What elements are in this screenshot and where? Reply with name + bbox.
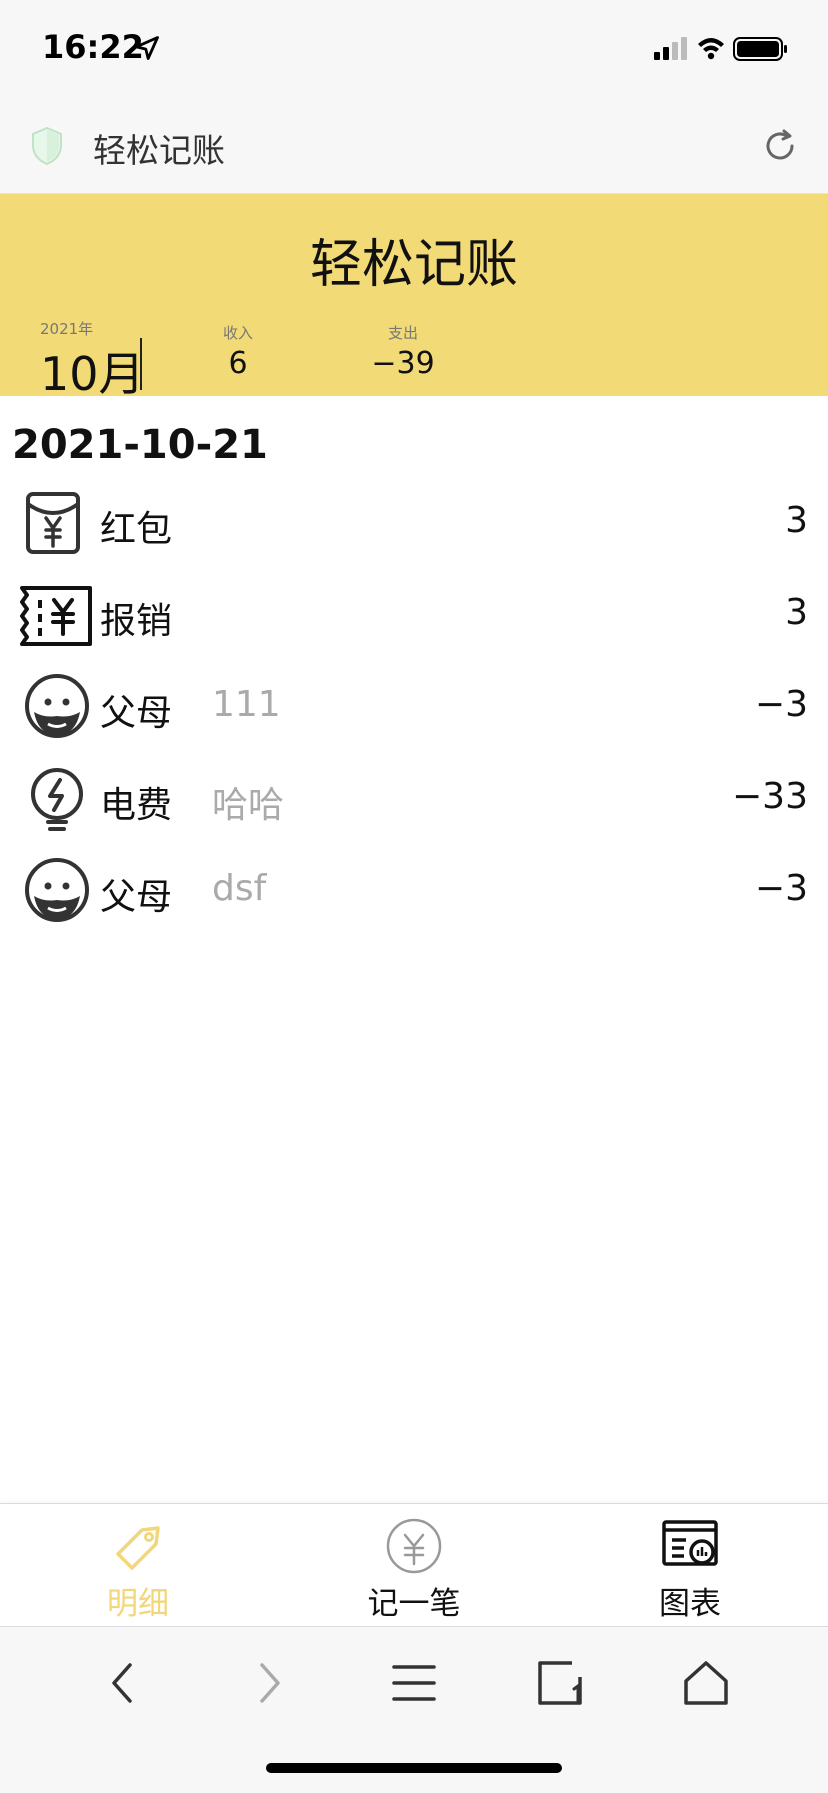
entry-amount: −3 xyxy=(754,868,808,909)
tab-label: 记一笔 xyxy=(367,1586,461,1622)
status-icons xyxy=(654,37,787,61)
tabs-icon[interactable] xyxy=(532,1655,588,1711)
battery-icon xyxy=(733,37,787,61)
entry-note: dsf xyxy=(212,868,267,909)
month-selector[interactable]: 10月 xyxy=(40,338,145,404)
parents-icon xyxy=(25,858,89,922)
status-time: 16:22 xyxy=(42,28,144,66)
month-divider xyxy=(140,338,142,390)
day-date-heading: 2021-10-21 xyxy=(12,422,268,468)
entry-note: 哈哈 xyxy=(212,785,285,826)
tab-label: 明细 xyxy=(107,1586,169,1622)
summary-header: 轻松记账 2021年 10月 收入 6 支出 −39 xyxy=(0,194,828,401)
app-tab-bar: 明细 记一笔 图表 xyxy=(0,1503,828,1626)
reimburse-ticket-icon xyxy=(20,586,92,646)
electricity-bulb-icon xyxy=(31,768,83,831)
tab-add-record[interactable]: 记一笔 xyxy=(276,1504,552,1626)
tag-icon xyxy=(116,1526,160,1570)
app-title: 轻松记账 xyxy=(309,235,518,295)
list-item[interactable]: 红包 3 xyxy=(0,478,828,570)
status-bar: 16:22 xyxy=(0,0,828,100)
list-item[interactable]: 电费 哈哈 −33 xyxy=(0,754,828,846)
cellular-signal-icon xyxy=(654,37,687,60)
parents-icon xyxy=(25,674,89,738)
entry-category: 报销 xyxy=(100,601,173,642)
menu-icon[interactable] xyxy=(386,1655,442,1711)
list-item[interactable]: 父母 111 −3 xyxy=(0,662,828,754)
entry-amount: 3 xyxy=(785,592,808,633)
tab-charts[interactable]: 图表 xyxy=(552,1504,828,1626)
income-label: 收入 xyxy=(222,324,253,342)
tab-label: 图表 xyxy=(659,1586,721,1622)
back-icon[interactable] xyxy=(96,1655,152,1711)
red-envelope-icon xyxy=(26,492,80,554)
entry-amount: 3 xyxy=(785,500,808,541)
entry-amount: −3 xyxy=(754,684,808,725)
browser-page-title: 轻松记账 xyxy=(93,131,225,170)
chart-report-icon xyxy=(662,1520,718,1566)
shield-icon xyxy=(32,126,62,166)
list-item[interactable]: 父母 dsf −3 xyxy=(0,846,828,938)
entry-category: 电费 xyxy=(100,785,173,826)
year-label[interactable]: 2021年 xyxy=(40,318,93,339)
home-indicator[interactable] xyxy=(266,1763,562,1773)
home-icon[interactable] xyxy=(678,1655,734,1711)
entry-amount: −33 xyxy=(732,776,808,817)
wifi-icon xyxy=(698,38,724,60)
yuan-circle-icon xyxy=(386,1518,442,1574)
location-arrow-icon xyxy=(135,36,159,60)
entry-note: 111 xyxy=(212,684,281,725)
expense-total: −39 xyxy=(371,346,435,381)
entry-category: 父母 xyxy=(100,693,173,734)
tab-details[interactable]: 明细 xyxy=(0,1504,276,1626)
expense-label: 支出 xyxy=(387,324,418,342)
entry-category: 红包 xyxy=(100,509,173,550)
browser-address-bar: 轻松记账 xyxy=(0,100,828,194)
list-item[interactable]: 报销 3 xyxy=(0,570,828,662)
income-total: 6 xyxy=(228,346,248,381)
forward-icon[interactable] xyxy=(240,1655,296,1711)
entry-category: 父母 xyxy=(100,877,173,918)
reload-icon[interactable] xyxy=(760,126,800,166)
